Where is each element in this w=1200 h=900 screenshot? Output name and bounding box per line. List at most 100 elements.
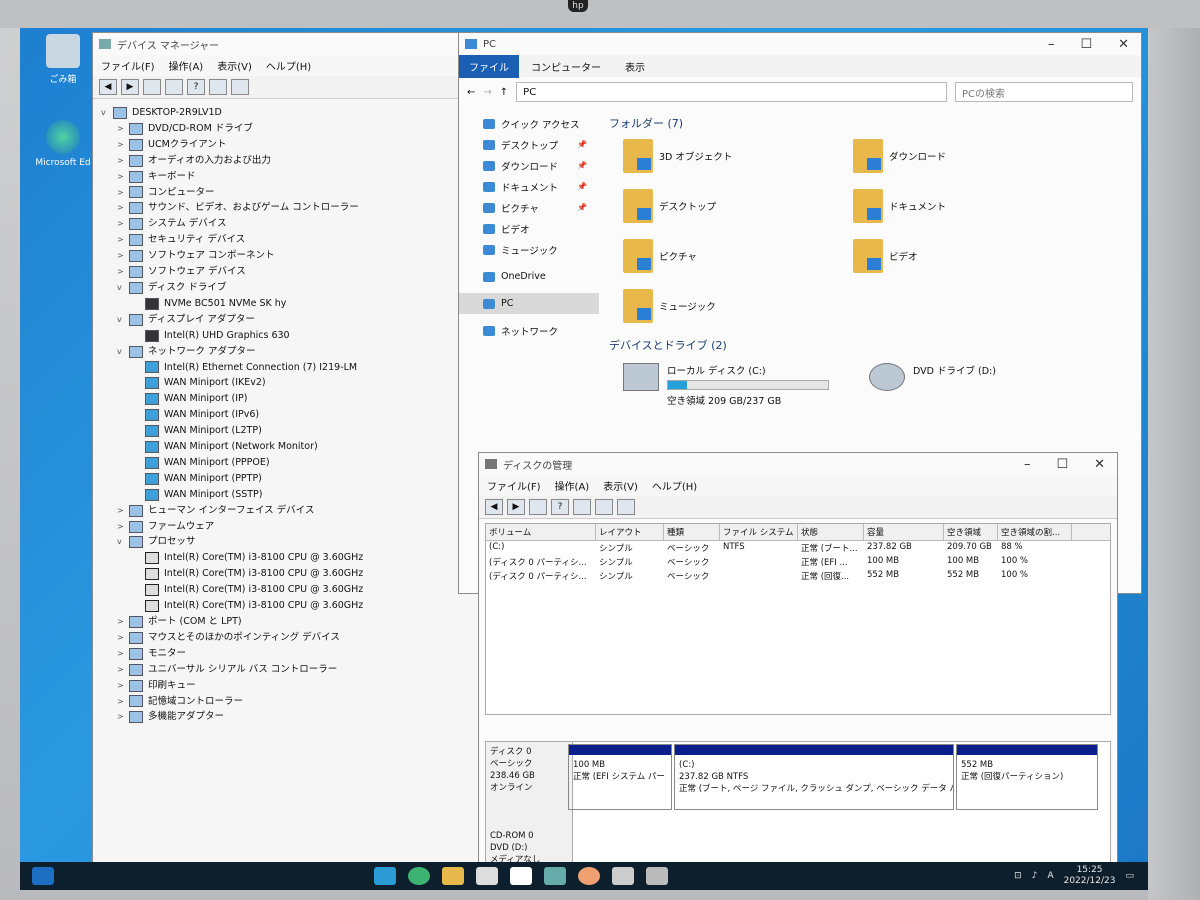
folders-heading[interactable]: フォルダー (7) bbox=[609, 115, 1129, 131]
expand-icon[interactable]: > bbox=[117, 519, 129, 535]
expand-icon[interactable]: > bbox=[117, 185, 129, 201]
up-arrow-icon[interactable]: ↑ bbox=[500, 87, 508, 98]
folder-item[interactable]: ダウンロード bbox=[853, 139, 1073, 173]
pin-icon[interactable]: 📌 bbox=[577, 182, 587, 191]
file-explorer-taskbar-icon[interactable] bbox=[442, 867, 464, 885]
clock[interactable]: 15:25 2022/12/23 bbox=[1064, 865, 1116, 887]
tab-file[interactable]: ファイル bbox=[459, 54, 519, 78]
menu-action[interactable]: 操作(A) bbox=[169, 58, 204, 73]
expand-icon[interactable]: > bbox=[117, 264, 129, 280]
tree-node[interactable]: > ヒューマン インターフェイス デバイス bbox=[101, 503, 505, 519]
pin-icon[interactable]: 📌 bbox=[577, 161, 587, 170]
expand-icon[interactable]: > bbox=[117, 232, 129, 248]
folder-item[interactable]: ビデオ bbox=[853, 239, 1073, 273]
tree-node[interactable]: > マウスとそのほかのポインティング デバイス bbox=[101, 630, 505, 646]
expand-icon[interactable]: > bbox=[117, 216, 129, 232]
tree-node[interactable]: WAN Miniport (SSTP) bbox=[101, 487, 505, 503]
folder-item[interactable]: ドキュメント bbox=[853, 189, 1073, 223]
column-header[interactable]: ファイル システム bbox=[720, 524, 798, 540]
menu-view[interactable]: 表示(V) bbox=[603, 478, 638, 493]
tree-node[interactable]: > ソフトウェア コンポーネント bbox=[101, 248, 505, 264]
column-header[interactable]: レイアウト bbox=[596, 524, 664, 540]
expand-icon[interactable]: > bbox=[117, 200, 129, 216]
tree-node[interactable]: WAN Miniport (IP) bbox=[101, 391, 505, 407]
expand-icon[interactable]: > bbox=[117, 662, 129, 678]
table-row[interactable]: (ディスク 0 パーティシ... シンプル ベーシック 正常 (EFI ... 100 … bbox=[486, 555, 1110, 569]
table-row[interactable]: (ディスク 0 パーティシ... シンプル ベーシック 正常 (回復... 552 MB… bbox=[486, 569, 1110, 583]
tree-node[interactable]: > ポート (COM と LPT) bbox=[101, 614, 505, 630]
folder-item[interactable]: ミュージック bbox=[623, 289, 843, 323]
forward-icon[interactable]: ▶ bbox=[121, 79, 139, 95]
task-view-icon[interactable] bbox=[374, 867, 396, 885]
tree-node[interactable]: Intel(R) Core(TM) i3-8100 CPU @ 3.60GHz bbox=[101, 598, 505, 614]
tree-node[interactable]: > ファームウェア bbox=[101, 519, 505, 535]
properties-icon[interactable] bbox=[143, 79, 161, 95]
nav-item[interactable]: クイック アクセス bbox=[459, 113, 599, 134]
tree-node[interactable]: v ネットワーク アダプター bbox=[101, 344, 505, 360]
update-icon[interactable] bbox=[165, 79, 183, 95]
tree-node[interactable]: WAN Miniport (PPPOE) bbox=[101, 455, 505, 471]
disk-mgmt-taskbar-icon[interactable] bbox=[646, 867, 668, 885]
expand-icon[interactable]: > bbox=[117, 169, 129, 185]
start-icon[interactable] bbox=[32, 867, 54, 885]
nav-item[interactable]: OneDrive bbox=[459, 266, 599, 287]
back-icon[interactable]: ◀ bbox=[485, 499, 503, 515]
network-taskbar-icon[interactable] bbox=[544, 867, 566, 885]
tree-node[interactable]: > ソフトウェア デバイス bbox=[101, 264, 505, 280]
tree-node[interactable]: WAN Miniport (L2TP) bbox=[101, 423, 505, 439]
network-tray-icon[interactable]: ⊡ bbox=[1014, 871, 1022, 881]
expand-icon[interactable]: > bbox=[117, 630, 129, 646]
expand-icon[interactable]: > bbox=[117, 709, 129, 725]
tree-node[interactable]: > セキュリティ デバイス bbox=[101, 232, 505, 248]
device-manager-titlebar[interactable]: デバイス マネージャー bbox=[93, 33, 513, 55]
volume-tray-icon[interactable]: ♪ bbox=[1032, 871, 1038, 881]
tree-node[interactable]: v プロセッサ bbox=[101, 534, 505, 550]
forward-arrow-icon[interactable]: → bbox=[483, 87, 491, 98]
menu-file[interactable]: ファイル(F) bbox=[101, 58, 155, 73]
expand-icon[interactable]: > bbox=[117, 121, 129, 137]
tree-node[interactable]: > 記憶域コントローラー bbox=[101, 694, 505, 710]
disk-mgmt-titlebar[interactable]: ディスクの管理 – ☐ ✕ bbox=[479, 453, 1117, 475]
partition-efi[interactable]: 100 MB 正常 (EFI システム パー bbox=[568, 744, 672, 810]
expand-icon[interactable]: > bbox=[117, 248, 129, 264]
help-icon[interactable]: ? bbox=[187, 79, 205, 95]
maximize-icon[interactable]: ☐ bbox=[1056, 457, 1068, 472]
recycle-bin-icon[interactable]: ごみ箱 bbox=[28, 34, 98, 85]
tree-node[interactable]: Intel(R) Core(TM) i3-8100 CPU @ 3.60GHz bbox=[101, 550, 505, 566]
mail-taskbar-icon[interactable] bbox=[510, 867, 532, 885]
tree-node[interactable]: > オーディオの入力および出力 bbox=[101, 153, 505, 169]
nav-item[interactable]: ピクチャ 📌 bbox=[459, 197, 599, 218]
store-taskbar-icon[interactable] bbox=[476, 867, 498, 885]
view-icon[interactable] bbox=[209, 79, 227, 95]
collapse-icon[interactable]: v bbox=[101, 105, 113, 121]
tree-node[interactable]: Intel(R) Core(TM) i3-8100 CPU @ 3.60GHz bbox=[101, 566, 505, 582]
tree-node[interactable]: Intel(R) UHD Graphics 630 bbox=[101, 328, 505, 344]
tree-node[interactable]: Intel(R) Core(TM) i3-8100 CPU @ 3.60GHz bbox=[101, 582, 505, 598]
column-header[interactable]: 空き領域の割... bbox=[998, 524, 1072, 540]
help-icon[interactable]: ? bbox=[551, 499, 569, 515]
column-header[interactable]: 状態 bbox=[798, 524, 864, 540]
close-icon[interactable]: ✕ bbox=[1118, 37, 1129, 52]
collapse-icon[interactable]: v bbox=[117, 344, 129, 360]
menu-action[interactable]: 操作(A) bbox=[555, 478, 590, 493]
table-row[interactable]: (C:) シンプル ベーシック NTFS 正常 (ブート... 237.82 GB 209.… bbox=[486, 541, 1110, 555]
nav-item[interactable]: PC bbox=[459, 293, 599, 314]
expand-icon[interactable]: > bbox=[117, 503, 129, 519]
expand-icon[interactable]: > bbox=[117, 678, 129, 694]
menu-view[interactable]: 表示(V) bbox=[217, 58, 252, 73]
app-taskbar-icon[interactable] bbox=[578, 867, 600, 885]
disk0-label[interactable]: ディスク 0 ベーシック 238.46 GB オンライン bbox=[486, 742, 573, 826]
column-header[interactable]: 種類 bbox=[664, 524, 720, 540]
partition-c[interactable]: (C:) 237.82 GB NTFS 正常 (ブート, ページ ファイル, クラッ… bbox=[674, 744, 954, 810]
edge-taskbar-icon[interactable] bbox=[408, 867, 430, 885]
folder-item[interactable]: ピクチャ bbox=[623, 239, 843, 273]
tree-node[interactable]: > DVD/CD-ROM ドライブ bbox=[101, 121, 505, 137]
monitor-icon[interactable] bbox=[231, 79, 249, 95]
tree-node[interactable]: > システム デバイス bbox=[101, 216, 505, 232]
minimize-icon[interactable]: – bbox=[1024, 457, 1031, 472]
tab-computer[interactable]: コンピューター bbox=[519, 55, 613, 78]
folder-item[interactable]: デスクトップ bbox=[623, 189, 843, 223]
expand-icon[interactable]: > bbox=[117, 137, 129, 153]
tree-node[interactable]: > キーボード bbox=[101, 169, 505, 185]
nav-item[interactable]: ビデオ bbox=[459, 218, 599, 239]
